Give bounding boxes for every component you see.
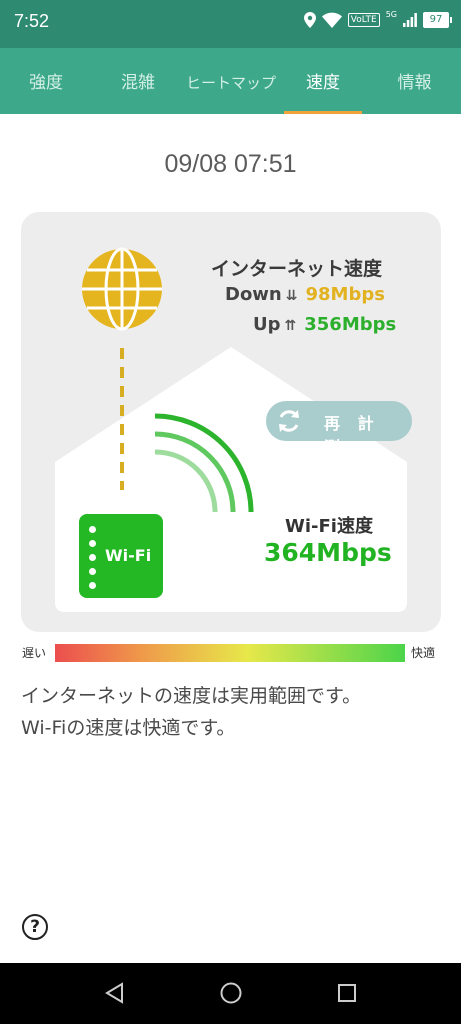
upload-arrow-icon: ⇈ <box>284 318 297 334</box>
status-icons: VoLTE 5G 97 <box>303 9 452 28</box>
wifi-speed-title: Wi-Fi速度 <box>285 516 373 537</box>
speed-scale: 遅い 快適 <box>0 642 461 664</box>
internet-message: インターネットの速度は実用範囲です。 <box>21 685 362 707</box>
upload-speed-value: 356Mbps <box>304 314 397 335</box>
connection-line <box>120 348 124 490</box>
router-led <box>89 554 96 561</box>
router-label: Wi-Fi <box>105 546 152 565</box>
download-label: Down <box>225 284 282 305</box>
tab-speed[interactable]: 速度 <box>278 48 368 114</box>
scale-fast-label: 快適 <box>411 646 436 660</box>
upload-row: Up ⇈ 356Mbps <box>253 314 396 335</box>
router-led <box>89 526 96 533</box>
scale-gradient-bar <box>55 644 405 662</box>
status-bar: 7:52 VoLTE 5G 97 <box>0 0 461 48</box>
measurement-timestamp: 09/08 07:51 <box>164 150 297 178</box>
download-speed-value: 98Mbps <box>305 284 385 305</box>
network-type-label: 5G <box>385 9 397 19</box>
router-led <box>89 568 96 575</box>
tab-info[interactable]: 情報 <box>368 48 461 114</box>
help-icon[interactable]: ? <box>22 914 48 940</box>
download-arrow-icon: ⇊ <box>285 288 298 304</box>
router-led <box>89 582 96 589</box>
location-icon <box>303 12 316 28</box>
speed-message: インターネットの速度は実用範囲です。 Wi-Fiの速度は快適です。 <box>21 680 446 744</box>
recents-icon[interactable] <box>336 981 358 1005</box>
volte-badge: VoLTE <box>347 13 380 27</box>
refresh-icon <box>279 410 299 432</box>
globe-icon <box>82 247 162 331</box>
wifi-message: Wi-Fiの速度は快適です。 <box>21 717 236 739</box>
back-icon[interactable] <box>104 981 126 1005</box>
system-navigation-bar <box>0 963 461 1024</box>
upload-label: Up <box>253 314 281 335</box>
tab-heatmap[interactable]: ヒートマップ <box>184 48 278 114</box>
tab-bar: 強度 混雑 ヒートマップ 速度 情報 <box>0 48 461 114</box>
status-time: 7:52 <box>14 11 50 31</box>
wifi-signal-icon <box>154 413 254 513</box>
home-icon[interactable] <box>219 981 243 1005</box>
retest-label: 再 計 測 <box>324 414 380 457</box>
tab-strength[interactable]: 強度 <box>0 48 92 114</box>
internet-speed-title: インターネット速度 <box>211 258 383 280</box>
tab-congestion[interactable]: 混雑 <box>92 48 184 114</box>
scale-slow-label: 遅い <box>22 646 47 660</box>
download-row: Down ⇊ 98Mbps <box>225 284 385 305</box>
battery-icon: 97 <box>423 12 452 28</box>
wifi-icon <box>321 12 342 28</box>
signal-icon <box>403 13 417 27</box>
wifi-speed-value: 364Mbps <box>264 538 392 567</box>
router-icon: Wi-Fi <box>79 514 163 598</box>
speed-card: インターネット速度 Down ⇊ 98Mbps Up ⇈ 356Mbps 再 計 測 W… <box>21 212 441 632</box>
router-led <box>89 540 96 547</box>
retest-button[interactable]: 再 計 測 <box>266 401 412 457</box>
